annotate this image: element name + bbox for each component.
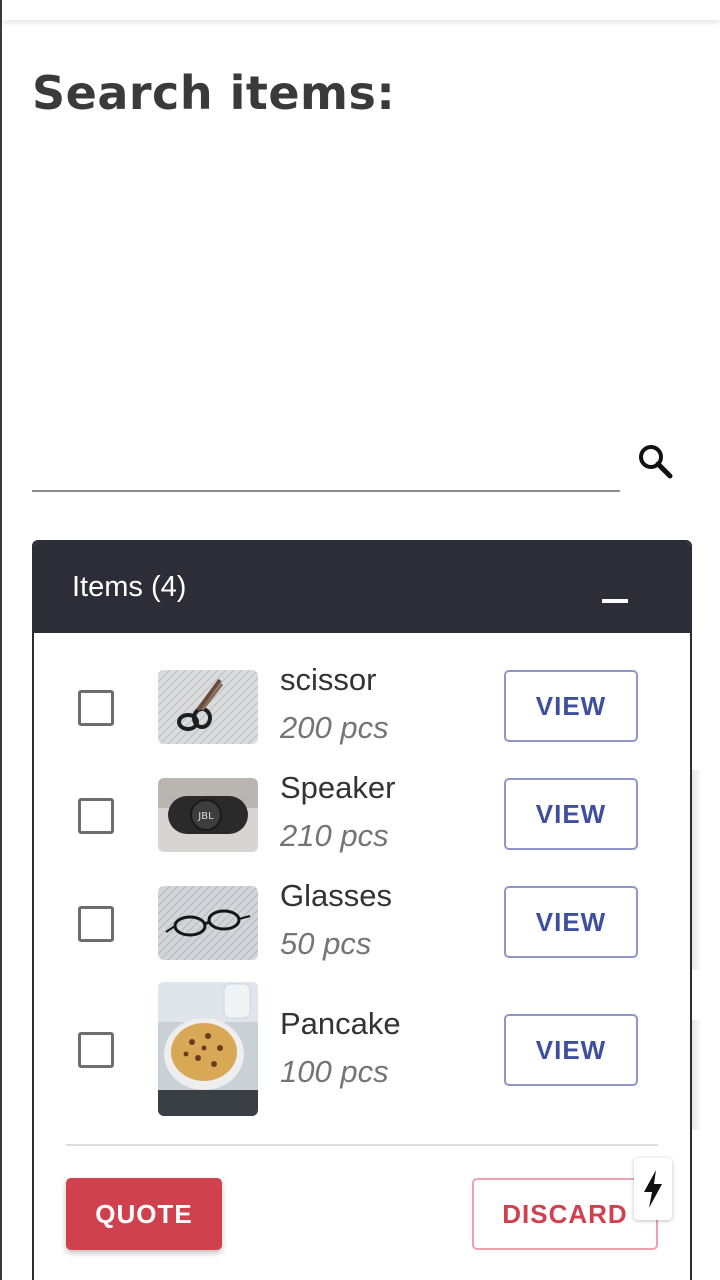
search-icon bbox=[639, 445, 673, 479]
list-item: scissor 200 pcs VIEW bbox=[34, 662, 690, 750]
item-quantity: 200 pcs bbox=[280, 710, 389, 745]
item-name: scissor bbox=[280, 662, 377, 697]
svg-text:JBL: JBL bbox=[197, 811, 214, 822]
left-window-edge bbox=[0, 0, 2, 1280]
collapse-button[interactable] bbox=[602, 573, 628, 603]
view-button[interactable]: VIEW bbox=[504, 1014, 638, 1086]
item-quantity: 210 pcs bbox=[280, 818, 389, 853]
divider bbox=[66, 1144, 658, 1146]
floating-action-button[interactable] bbox=[634, 1158, 672, 1220]
item-checkbox[interactable] bbox=[78, 798, 114, 834]
item-thumbnail-glasses bbox=[158, 886, 258, 960]
page-title: Search items: bbox=[32, 66, 396, 120]
view-button[interactable]: VIEW bbox=[504, 886, 638, 958]
item-checkbox[interactable] bbox=[78, 690, 114, 726]
item-checkbox[interactable] bbox=[78, 1032, 114, 1068]
quote-button[interactable]: QUOTE bbox=[66, 1178, 222, 1250]
list-item: Glasses 50 pcs VIEW bbox=[34, 878, 690, 966]
lightning-icon bbox=[644, 1170, 662, 1208]
top-app-bar bbox=[2, 0, 720, 20]
item-quantity: 100 pcs bbox=[280, 1054, 389, 1089]
background-card-shadow bbox=[692, 1020, 702, 1130]
items-card-header: Items (4) bbox=[34, 542, 690, 633]
item-name: Pancake bbox=[280, 1006, 401, 1041]
discard-button[interactable]: DISCARD bbox=[472, 1178, 658, 1250]
search-input[interactable] bbox=[32, 440, 620, 492]
item-name: Glasses bbox=[280, 878, 392, 913]
items-card-title: Items (4) bbox=[72, 571, 187, 603]
item-thumbnail-scissor bbox=[158, 670, 258, 744]
item-quantity: 50 pcs bbox=[280, 926, 372, 961]
item-thumbnail-speaker: JBL bbox=[158, 778, 258, 852]
item-thumbnail-pancake bbox=[158, 982, 258, 1116]
view-button[interactable]: VIEW bbox=[504, 778, 638, 850]
background-card-shadow bbox=[692, 770, 702, 970]
items-card: Items (4) scissor 200 pcs VIEW JBL Speak… bbox=[32, 540, 692, 1280]
search-button[interactable] bbox=[630, 436, 680, 486]
list-item: JBL Speaker 210 pcs VIEW bbox=[34, 770, 690, 858]
list-item: Pancake 100 pcs VIEW bbox=[34, 982, 690, 1116]
item-checkbox[interactable] bbox=[78, 906, 114, 942]
view-button[interactable]: VIEW bbox=[504, 670, 638, 742]
item-name: Speaker bbox=[280, 770, 396, 805]
